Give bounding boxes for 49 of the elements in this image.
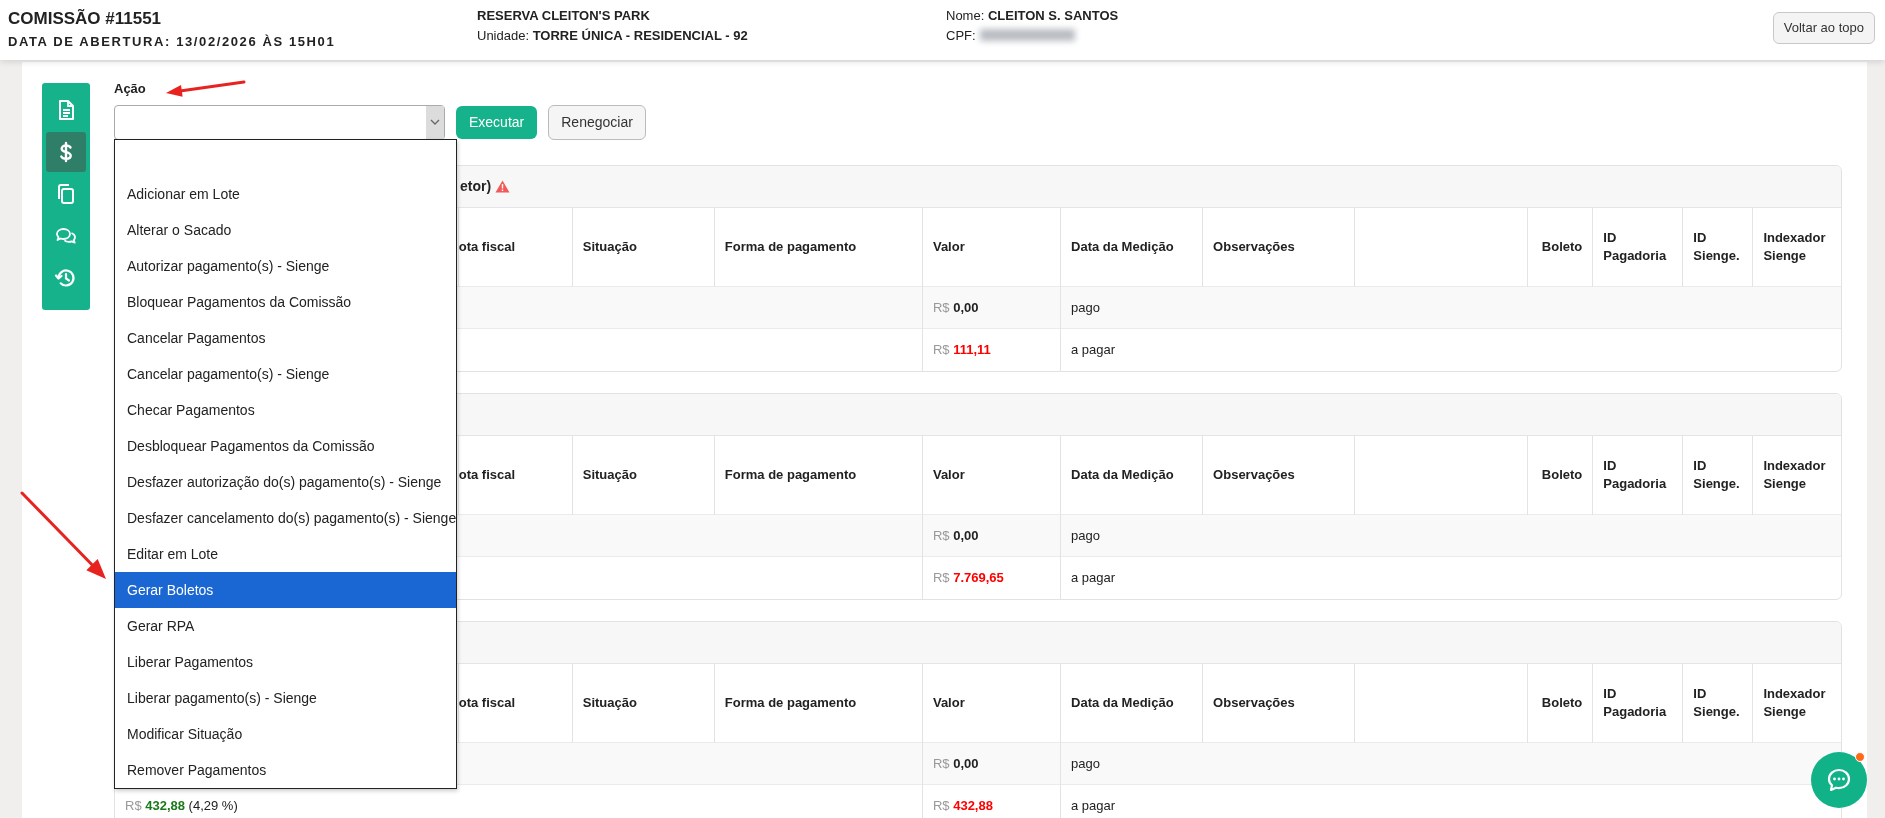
amount-value: R$ 0,00 — [932, 755, 979, 771]
dropdown-option[interactable]: Editar em Lote — [115, 535, 456, 572]
history-icon — [54, 266, 78, 290]
dropdown-option[interactable]: Liberar pagamento(s) - Sienge — [115, 679, 456, 716]
status-text: a pagar — [1071, 342, 1116, 357]
amount-value: R$ 111,11 — [932, 342, 991, 357]
unit-text: Unidade: TORRE ÚNICA - RESIDENCIAL - 92 — [477, 26, 749, 45]
dropdown-option[interactable]: Remover Pagamentos — [115, 751, 456, 788]
dropdown-option[interactable]: Alterar o Sacado — [115, 211, 456, 248]
column-header: Indexador Sienge — [1752, 435, 1841, 515]
commission-title: COMISSÃO #11551 — [8, 8, 163, 30]
amount-value: R$ 0,00 — [932, 527, 979, 543]
status-text: a pagar — [1071, 570, 1116, 585]
reservation-name: RESERVA CLEITON'S PARK — [477, 7, 651, 25]
dropdown-option[interactable]: Desbloquear Pagamentos da Comissão — [115, 427, 456, 464]
amount-value: R$ 0,00 — [932, 299, 979, 315]
status-text: a pagar — [1071, 798, 1116, 813]
column-header: Indexador Sienge — [1752, 207, 1841, 287]
field-label: Ação — [114, 80, 146, 98]
opening-date: DATA DE ABERTURA: 13/02/2026 ÀS 15H01 — [8, 32, 337, 51]
dropdown-option[interactable]: Cancelar pagamento(s) - Sienge — [115, 355, 456, 392]
amount-value: R$ 7.769,65 — [932, 570, 1004, 585]
dropdown-option[interactable]: Modificar Situação — [115, 715, 456, 752]
share-amount: R$ 432,88 (4,29 %) — [125, 798, 238, 813]
chat-icon — [1826, 767, 1852, 793]
card-title: etor) — [460, 176, 492, 196]
sidebar-item[interactable] — [46, 132, 86, 172]
action-select[interactable] — [114, 104, 445, 140]
status-text: pago — [1071, 527, 1100, 543]
renegotiate-button[interactable]: Renegociar — [548, 104, 646, 140]
dropdown-option[interactable]: Checar Pagamentos — [115, 391, 456, 428]
dropdown-option[interactable]: Autorizar pagamento(s) - Sienge — [115, 247, 456, 284]
dropdown-option[interactable]: Bloquear Pagamentos da Comissão — [115, 283, 456, 320]
dropdown-option[interactable]: Adicionar em Lote — [115, 175, 456, 212]
warning-icon — [495, 179, 511, 193]
dropdown-option[interactable]: Gerar RPA — [115, 607, 456, 644]
dropdown-option[interactable]: Desfazer autorização do(s) pagamento(s) - Sienge — [115, 463, 456, 500]
dropdown-option[interactable]: Liberar Pagamentos — [115, 643, 456, 680]
cpf-label: CPF: — [946, 26, 976, 45]
client-name: Nome: CLEITON S. SANTOS — [946, 7, 1120, 25]
dropdown-option[interactable]: Cancelar Pagamentos — [115, 319, 456, 356]
column-header: Indexador Sienge — [1752, 663, 1841, 743]
status-text: pago — [1071, 755, 1100, 771]
dropdown-option[interactable]: Desfazer cancelamento do(s) pagamento(s) - Sienge — [115, 499, 456, 536]
amount-value: R$ 432,88 — [932, 798, 993, 813]
back-to-top-button[interactable]: Voltar ao topo — [1772, 12, 1875, 44]
status-text: pago — [1071, 299, 1100, 315]
chevron-down-icon — [430, 119, 440, 125]
dropdown-option[interactable]: Gerar Boletos — [115, 571, 456, 608]
